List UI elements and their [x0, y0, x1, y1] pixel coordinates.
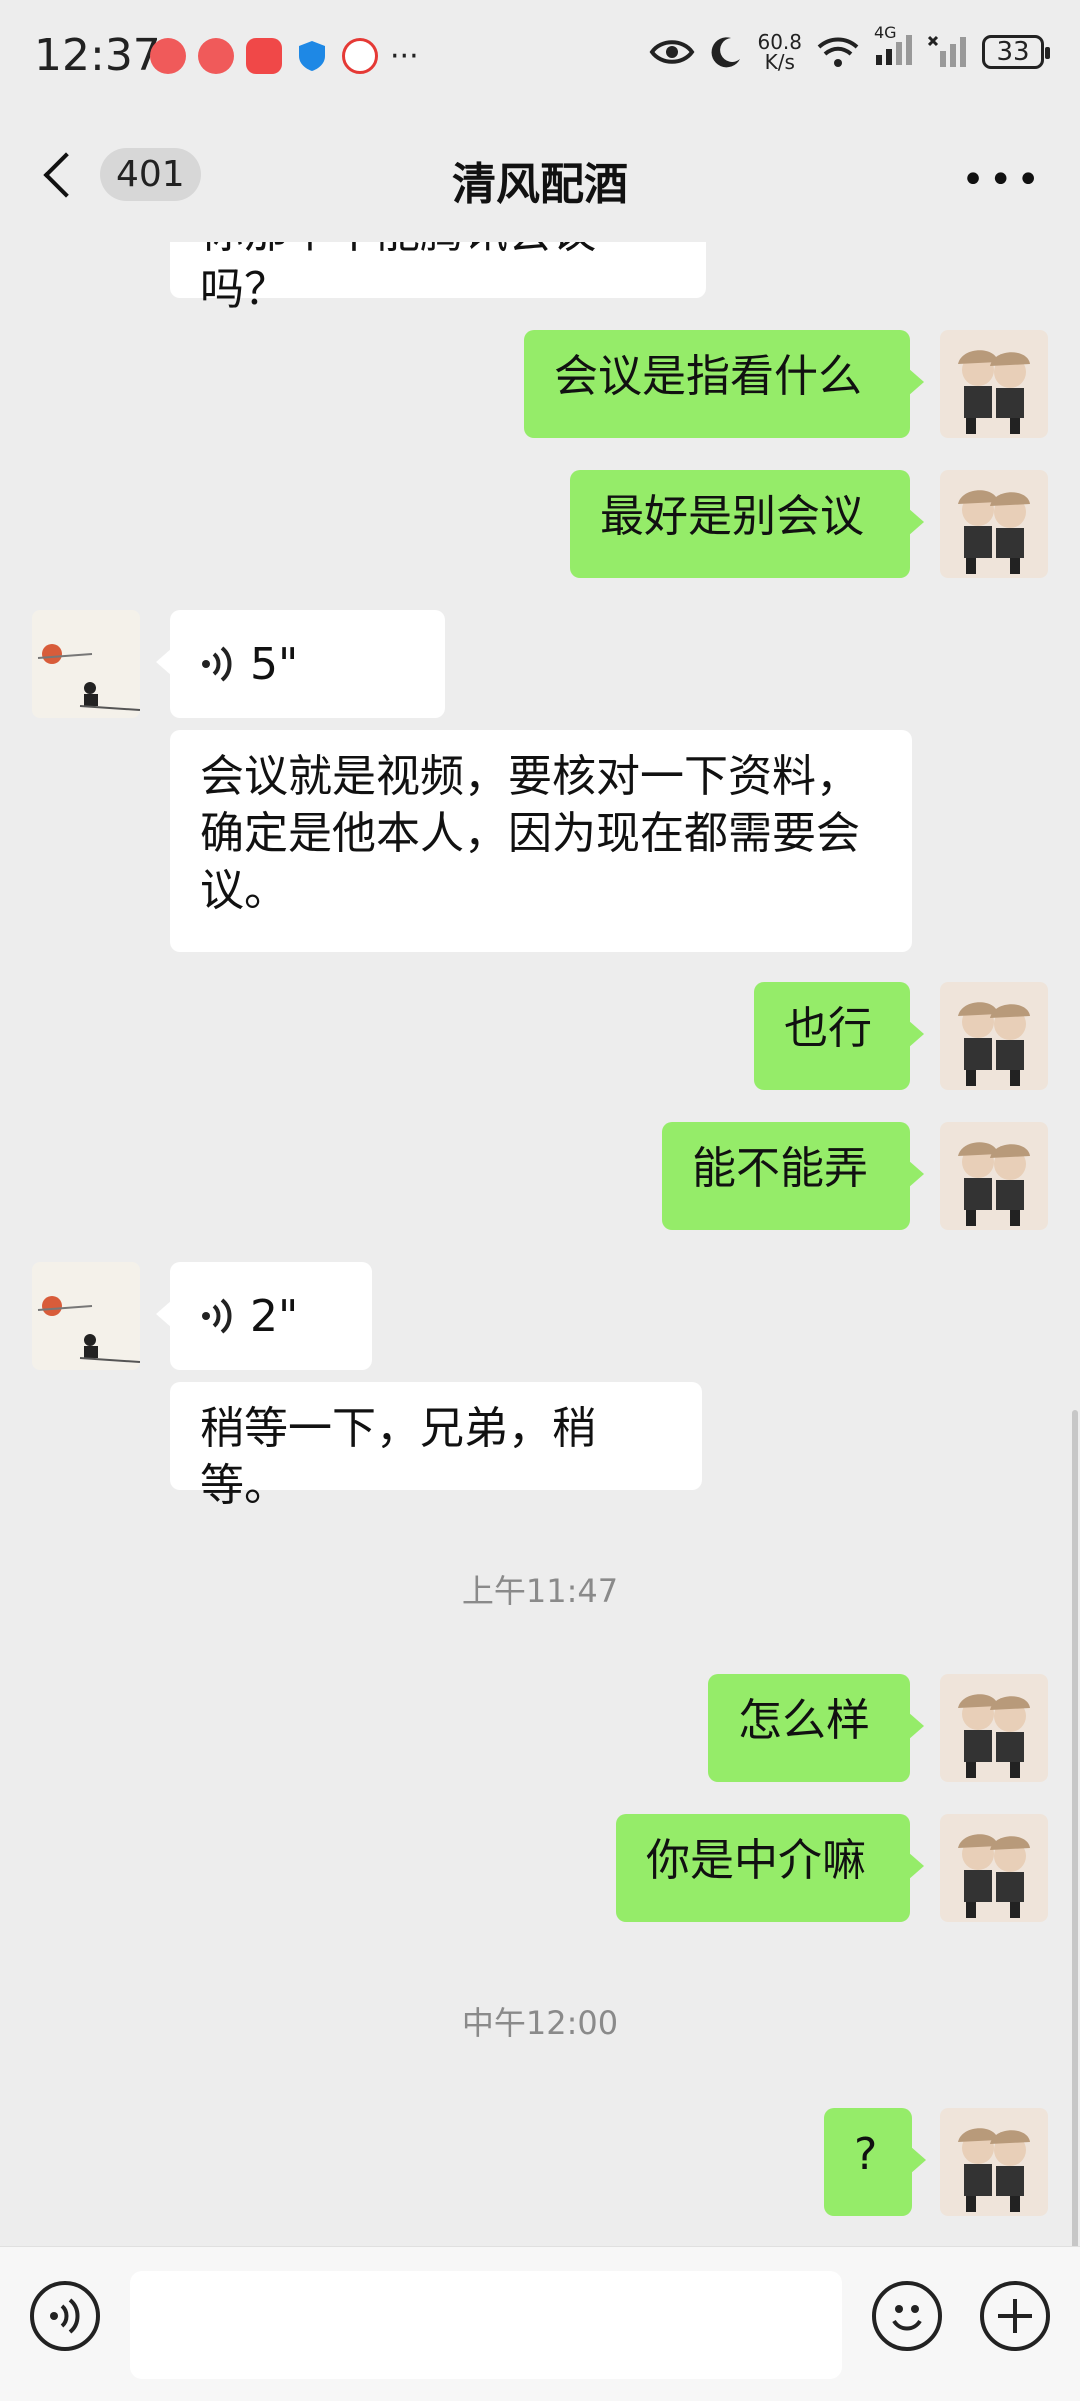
net-speed: 60.8 K/s: [757, 32, 802, 72]
message-text: 你是中介嘛: [646, 1835, 866, 1886]
my-avatar[interactable]: [940, 1674, 1048, 1782]
more-options-button[interactable]: •••: [961, 160, 1044, 200]
signal-icon: 4G: [874, 23, 914, 71]
message-text: 稍等一下，兄弟，稍等。: [200, 1403, 596, 1511]
clown-app-icon: [342, 38, 378, 74]
app-notification-icon: [246, 38, 282, 74]
my-avatar[interactable]: [940, 2108, 1048, 2216]
my-avatar[interactable]: [940, 1814, 1048, 1922]
emoji-icon: [892, 2305, 922, 2331]
chat-header: 401 清风配酒 •••: [0, 118, 1080, 242]
message-bubble-incoming[interactable]: 会议就是视频，要核对一下资料，确定是他本人，因为现在都需要会议。: [170, 730, 912, 952]
wifi-icon: [817, 37, 859, 67]
chat-title: 清风配酒: [452, 159, 628, 210]
voice-playback-icon: [202, 646, 232, 682]
voice-playback-icon: [202, 1298, 232, 1334]
status-app-icons: ···: [150, 38, 419, 74]
message-text: 你那个不能腾讯会议吗？: [200, 242, 596, 315]
message-bubble-outgoing[interactable]: ?: [824, 2108, 926, 2216]
message-text: 怎么样: [738, 1695, 870, 1746]
net-speed-unit: K/s: [764, 50, 795, 74]
message-bubble-outgoing[interactable]: 你是中介嘛: [616, 1814, 924, 1922]
my-avatar[interactable]: [940, 470, 1048, 578]
voice-duration: 5": [250, 638, 299, 690]
message-text: 能不能弄: [692, 1143, 868, 1194]
voice-message-bubble[interactable]: 2": [156, 1262, 372, 1370]
shield-icon: [299, 41, 325, 71]
scrollbar[interactable]: [1072, 1410, 1078, 2246]
timestamp: 中午12:00: [461, 2004, 619, 2042]
message-list[interactable]: 你那个不能腾讯会议吗？ 会议是指看什么 最好是别会议 5" 会议就是视频，要核对…: [0, 242, 1080, 2246]
message-text: ?: [854, 2129, 878, 2180]
battery-icon: 33: [982, 35, 1050, 69]
emoji-button[interactable]: [872, 2281, 942, 2351]
message-text: 会议是指看什么: [554, 351, 862, 402]
timestamp: 上午11:47: [461, 1572, 619, 1610]
eye-icon: [650, 40, 695, 64]
moon-icon: [712, 37, 741, 68]
network-type: 4G: [874, 23, 897, 42]
signal-off-icon: [928, 35, 966, 67]
status-right: 60.8 K/s 4G 33: [649, 23, 1050, 72]
more-actions-button[interactable]: [980, 2281, 1050, 2351]
my-avatar[interactable]: [940, 982, 1048, 1090]
message-text: 也行: [784, 1003, 872, 1054]
status-time: 12:37: [34, 30, 161, 81]
message-bubble-outgoing[interactable]: 也行: [754, 982, 924, 1090]
status-bar: 12:37 ··· 60.8 K/s 4G 33: [0, 0, 1080, 118]
voice-duration: 2": [250, 1290, 299, 1342]
message-bubble-incoming[interactable]: 稍等一下，兄弟，稍等。: [170, 1382, 702, 1511]
my-avatar[interactable]: [940, 330, 1048, 438]
message-input[interactable]: [130, 2271, 842, 2379]
voice-input-icon: [50, 2298, 80, 2334]
my-avatar[interactable]: [940, 1122, 1048, 1230]
input-bar: [0, 2246, 1080, 2401]
plus-icon: [998, 2299, 1032, 2333]
contact-avatar[interactable]: [32, 610, 140, 718]
net-speed-value: 60.8: [757, 30, 802, 54]
message-bubble-outgoing[interactable]: 能不能弄: [662, 1122, 924, 1230]
message-text: 会议就是视频，要核对一下资料，确定是他本人，因为现在都需要会议。: [200, 751, 860, 916]
message-bubble-outgoing[interactable]: 会议是指看什么: [524, 330, 924, 438]
message-bubble-outgoing[interactable]: 最好是别会议: [570, 470, 924, 578]
message-bubble-incoming[interactable]: 你那个不能腾讯会议吗？: [170, 242, 706, 315]
battery-level: 33: [996, 37, 1030, 67]
voice-input-button[interactable]: [30, 2281, 100, 2351]
more-dots-icon: ···: [390, 38, 419, 74]
contact-avatar[interactable]: [32, 1262, 140, 1370]
message-bubble-outgoing[interactable]: 怎么样: [708, 1674, 924, 1782]
app-notification-icon: [150, 38, 186, 74]
app-notification-icon: [198, 38, 234, 74]
voice-message-bubble[interactable]: 5": [156, 610, 445, 718]
message-text: 最好是别会议: [600, 491, 864, 542]
